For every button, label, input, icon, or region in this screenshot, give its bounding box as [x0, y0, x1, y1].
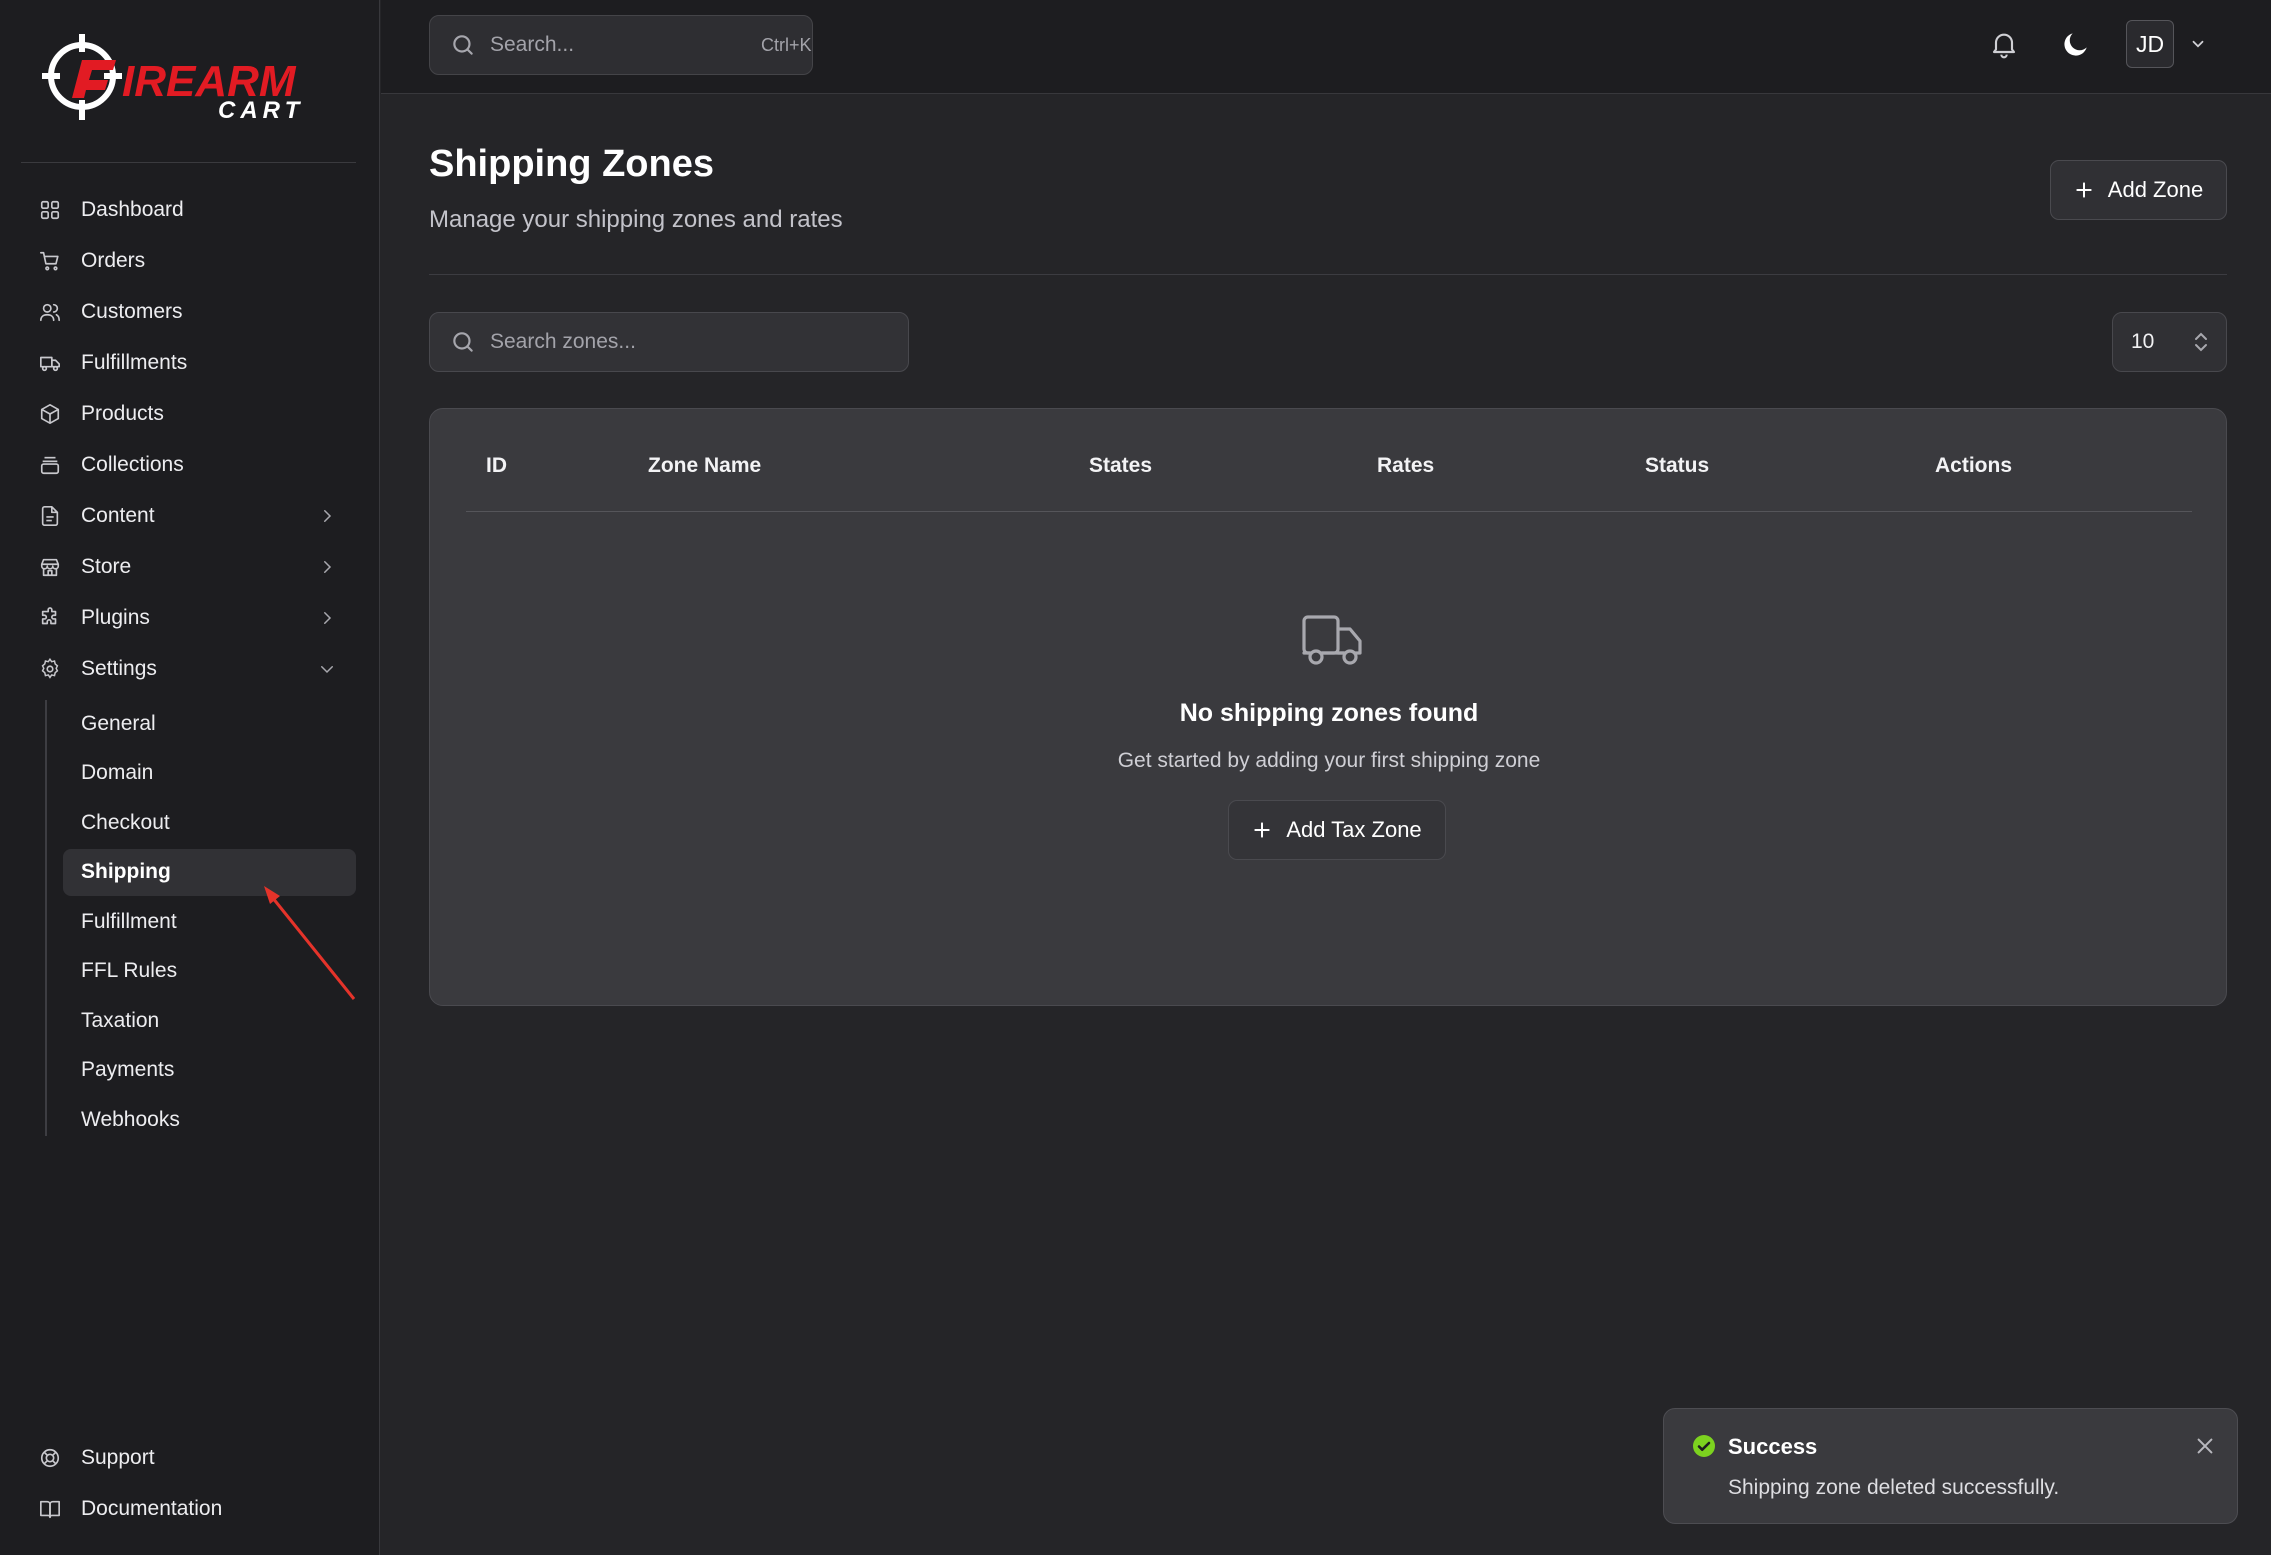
- chevron-up-down-icon: [2192, 331, 2210, 353]
- sidebar-item-label: Fulfillments: [81, 351, 188, 374]
- toast-message: Shipping zone deleted successfully.: [1728, 1476, 2060, 1499]
- toast-title: Success: [1728, 1434, 1818, 1459]
- page-title: Shipping Zones: [429, 143, 714, 185]
- sidebar-subitem-webhooks[interactable]: Webhooks: [63, 1096, 356, 1143]
- empty-state-title: No shipping zones found: [1179, 699, 1479, 727]
- store-icon: [39, 556, 61, 578]
- users-icon: [39, 301, 61, 323]
- column-header-rates[interactable]: Rates: [1377, 454, 1434, 478]
- svg-text:CART: CART: [218, 97, 304, 124]
- truck-icon: [39, 352, 61, 374]
- global-search[interactable]: Ctrl+K: [429, 15, 813, 75]
- bell-icon[interactable]: [1988, 28, 2020, 60]
- sidebar-item-label: Support: [81, 1446, 155, 1469]
- zone-search[interactable]: [429, 312, 909, 372]
- add-tax-zone-button[interactable]: Add Tax Zone: [1228, 800, 1446, 860]
- sidebar-item-settings[interactable]: Settings: [21, 645, 356, 693]
- firearm-cart-logo[interactable]: IREARM CART: [42, 30, 342, 126]
- sidebar-item-label: Content: [81, 504, 155, 527]
- column-header-status[interactable]: Status: [1645, 454, 1709, 478]
- gear-icon: [39, 658, 61, 680]
- sidebar-item-customers[interactable]: Customers: [21, 288, 356, 336]
- search-icon: [450, 32, 476, 58]
- column-header-states[interactable]: States: [1089, 454, 1152, 478]
- check-circle-icon: [1692, 1434, 1716, 1458]
- top-bar: Ctrl+K JD: [381, 0, 2271, 94]
- user-avatar[interactable]: JD: [2126, 20, 2174, 68]
- chevron-down-icon[interactable]: [2189, 35, 2207, 53]
- chevron-down-icon: [318, 660, 336, 678]
- keyboard-shortcut-hint: Ctrl+K: [761, 34, 812, 55]
- empty-state-subtitle: Get started by adding your first shippin…: [1117, 749, 1541, 772]
- sidebar-item-documentation[interactable]: Documentation: [21, 1485, 356, 1533]
- page-size-value: 10: [2131, 330, 2155, 353]
- sidebar-item-label: Orders: [81, 249, 146, 272]
- chevron-right-icon: [318, 507, 336, 525]
- plus-icon: [1252, 820, 1272, 840]
- column-header-zone-name[interactable]: Zone Name: [648, 454, 761, 478]
- success-toast: Success Shipping zone deleted successful…: [1663, 1408, 2238, 1524]
- column-header-id[interactable]: ID: [486, 454, 507, 478]
- sidebar-subitem-checkout[interactable]: Checkout: [63, 799, 356, 846]
- sidebar-item-collections[interactable]: Collections: [21, 441, 356, 489]
- add-zone-label: Add Zone: [2107, 177, 2204, 202]
- zones-table: ID Zone Name States Rates Status Actions…: [429, 408, 2227, 1006]
- sidebar-item-dashboard[interactable]: Dashboard: [21, 186, 356, 234]
- page-size-select[interactable]: 10: [2112, 312, 2227, 372]
- sidebar-item-fulfillments[interactable]: Fulfillments: [21, 339, 356, 387]
- sidebar-item-store[interactable]: Store: [21, 543, 356, 591]
- sidebar-item-content[interactable]: Content: [21, 492, 356, 540]
- zone-search-input[interactable]: [490, 330, 890, 354]
- truck-icon: [1300, 609, 1366, 671]
- sidebar-item-support[interactable]: Support: [21, 1434, 356, 1482]
- sidebar-item-label: Documentation: [81, 1497, 223, 1520]
- global-search-input[interactable]: [490, 33, 761, 57]
- puzzle-icon: [39, 607, 61, 629]
- sidebar-item-label: Dashboard: [81, 198, 184, 221]
- box-icon: [39, 403, 61, 425]
- close-icon[interactable]: [2194, 1435, 2216, 1457]
- sidebar-subitem-general[interactable]: General: [63, 700, 356, 747]
- header-divider: [429, 274, 2227, 275]
- book-icon: [39, 1498, 61, 1520]
- chevron-right-icon: [318, 558, 336, 576]
- cart-icon: [39, 250, 61, 272]
- main-nav: Dashboard Orders Customers Fulfillments …: [21, 186, 356, 696]
- sidebar-item-label: Plugins: [81, 606, 150, 629]
- plus-icon: [2074, 180, 2094, 200]
- sidebar-subitem-payments[interactable]: Payments: [63, 1047, 356, 1094]
- sidebar-subitem-domain[interactable]: Domain: [63, 750, 356, 797]
- sidebar: IREARM CART Dashboard Orders Customers F…: [0, 0, 380, 1555]
- sidebar-item-orders[interactable]: Orders: [21, 237, 356, 285]
- sidebar-item-products[interactable]: Products: [21, 390, 356, 438]
- add-zone-button[interactable]: Add Zone: [2050, 160, 2227, 220]
- table-header: ID Zone Name States Rates Status Actions: [466, 409, 2192, 512]
- page-subtitle: Manage your shipping zones and rates: [429, 206, 843, 233]
- sidebar-item-label: Customers: [81, 300, 183, 323]
- add-tax-zone-label: Add Tax Zone: [1286, 817, 1422, 842]
- lifebuoy-icon: [39, 1447, 61, 1469]
- bottom-nav: Support Documentation: [21, 1434, 356, 1536]
- sidebar-item-label: Store: [81, 555, 132, 578]
- moon-icon[interactable]: [2060, 28, 2092, 60]
- sidebar-item-label: Products: [81, 402, 164, 425]
- chevron-right-icon: [318, 609, 336, 627]
- dashboard-icon: [39, 199, 61, 221]
- archive-icon: [39, 454, 61, 476]
- sidebar-item-plugins[interactable]: Plugins: [21, 594, 356, 642]
- sidebar-item-label: Collections: [81, 453, 184, 476]
- column-header-actions: Actions: [1935, 454, 2013, 477]
- annotation-arrow: [264, 886, 356, 1000]
- document-icon: [39, 505, 61, 527]
- sidebar-item-label: Settings: [81, 657, 157, 680]
- logo-divider: [21, 162, 356, 163]
- search-icon: [450, 329, 476, 355]
